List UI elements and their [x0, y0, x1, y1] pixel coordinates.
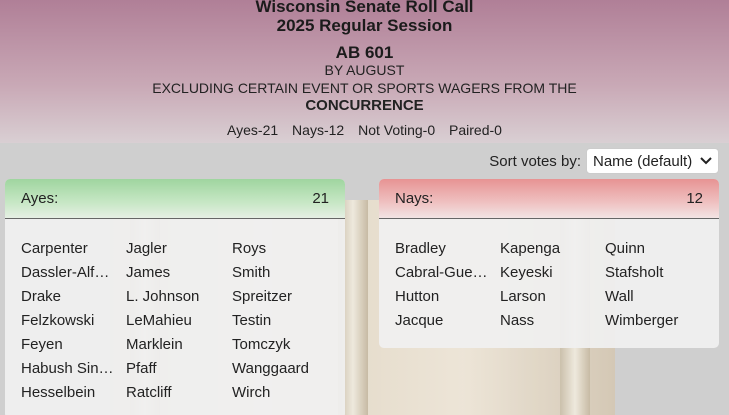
nays-label: Nays: [395, 190, 434, 207]
senator-name: Kapenga [500, 240, 561, 257]
ayes-panel-header: Ayes: 21 [5, 179, 345, 219]
senator-name: Wimberger [605, 312, 679, 329]
nays-panel: Nays: 12 Bradley Cabral-Gue… Hutton Jacque K… [379, 179, 719, 348]
senator-name: Hesselbein [21, 384, 96, 401]
ayes-panel: Ayes: 21 Carpenter Dassler-Alf… Drake Felzk… [5, 179, 345, 415]
motion-label: CONCURRENCE [305, 97, 424, 114]
senator-name: Spreitzer [232, 288, 293, 305]
senator-name: Wall [605, 288, 634, 305]
senator-name: Carpenter [21, 240, 88, 257]
senator-name: Feyen [21, 336, 63, 353]
senator-name: Cabral-Gue… [395, 264, 488, 281]
session-title: 2025 Regular Session [276, 16, 453, 35]
bill-description: EXCLUDING CERTAIN EVENT OR SPORTS WAGERS… [152, 80, 577, 96]
bill-number: AB 601 [335, 43, 394, 62]
nays-count: 12 [686, 190, 703, 207]
senator-name: Jacque [395, 312, 444, 329]
senator-name: Roys [232, 240, 267, 257]
chevron-down-icon [700, 157, 712, 165]
nays-summary: Nays-12 [292, 122, 345, 138]
senator-name: Dassler-Alf… [21, 264, 110, 281]
senator-name: Wanggaard [232, 360, 309, 377]
senator-name: Nass [500, 312, 535, 329]
senator-name: L. Johnson [126, 288, 200, 305]
not-voting-summary: Not Voting-0 [358, 122, 436, 138]
sort-label: Sort votes by: [489, 152, 581, 170]
sort-select[interactable]: Name (default) [586, 148, 719, 174]
senator-name: Marklein [126, 336, 183, 353]
senator-name: Testin [232, 312, 272, 329]
senator-name: Bradley [395, 240, 446, 257]
senator-name: James [126, 264, 171, 281]
senator-name: Felzkowski [21, 312, 95, 329]
vote-summary: Ayes-21 Nays-12 Not Voting-0 Paired-0 [0, 122, 729, 138]
senator-name: Habush Sin… [21, 360, 114, 377]
page-header: Wisconsin Senate Roll Call 2025 Regular … [0, 0, 729, 143]
senator-name: Hutton [395, 288, 440, 305]
ayes-label: Ayes: [21, 190, 59, 207]
ayes-name-list: Carpenter Dassler-Alf… Drake Felzkowski Feye… [5, 219, 345, 405]
senator-name: Wirch [232, 384, 271, 401]
senator-name: Stafsholt [605, 264, 664, 281]
ayes-summary: Ayes-21 [227, 122, 279, 138]
senator-name: Quinn [605, 240, 646, 257]
ayes-count: 21 [312, 190, 329, 207]
nays-name-list: Bradley Cabral-Gue… Hutton Jacque Kapenga Key… [379, 219, 719, 333]
sort-selected-value: Name (default) [593, 152, 693, 170]
senator-name: Larson [500, 288, 546, 305]
senator-name: LeMahieu [126, 312, 192, 329]
senator-name: Drake [21, 288, 62, 305]
senator-name: Pfaff [126, 360, 157, 377]
senator-name: Keyeski [500, 264, 553, 281]
sort-control: Sort votes by: Name (default) [489, 148, 719, 174]
paired-summary: Paired-0 [449, 122, 502, 138]
senator-name: Ratcliff [126, 384, 172, 401]
senator-name: Smith [232, 264, 271, 281]
senator-name: Jagler [126, 240, 167, 257]
nays-panel-header: Nays: 12 [379, 179, 719, 219]
page-title: Wisconsin Senate Roll Call [255, 0, 474, 16]
senator-name: Tomczyk [232, 336, 291, 353]
bill-author: BY AUGUST [324, 62, 405, 78]
